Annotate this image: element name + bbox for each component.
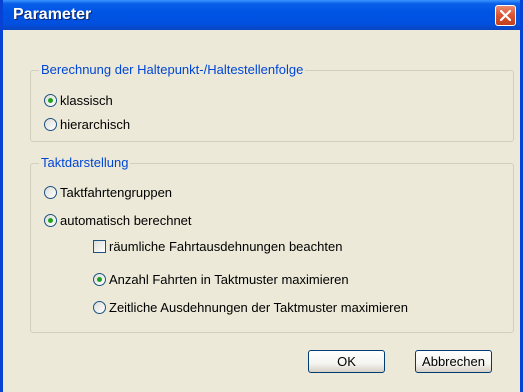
radio-hierarchisch-label: hierarchisch xyxy=(60,116,131,132)
radio-zeitliche-ausdehnungen[interactable]: Zeitliche Ausdehnungen der Taktmuster ma… xyxy=(93,298,408,316)
radio-taktfahrtengruppen-control[interactable] xyxy=(44,185,57,199)
radio-hierarchisch[interactable]: hierarchisch xyxy=(44,115,130,133)
radio-hierarchisch-control[interactable] xyxy=(44,117,57,131)
radio-klassisch-control[interactable] xyxy=(44,93,57,107)
title-bar[interactable]: Parameter xyxy=(3,0,520,30)
dialog-title: Parameter xyxy=(13,6,92,23)
cancel-button[interactable]: Abbrechen xyxy=(415,350,492,373)
radio-automatisch-berechnet-label: automatisch berechnet xyxy=(60,212,192,228)
radio-anzahl-fahrten-control[interactable] xyxy=(93,272,106,286)
radio-taktfahrtengruppen-label: Taktfahrtengruppen xyxy=(60,184,173,200)
group-taktdarstellung-title: Taktdarstellung xyxy=(39,155,131,171)
close-button[interactable] xyxy=(495,5,516,26)
checkbox-raeumliche-fahrtausdehnungen[interactable]: räumliche Fahrtausdehnungen beachten xyxy=(93,237,342,255)
radio-anzahl-fahrten-label: Anzahl Fahrten in Taktmuster maximieren xyxy=(109,271,349,287)
parameter-dialog: Parameter Berechnung der Haltepunkt-/Hal… xyxy=(0,0,523,392)
radio-anzahl-fahrten[interactable]: Anzahl Fahrten in Taktmuster maximieren xyxy=(93,270,349,288)
checkbox-raeumliche-fahrtausdehnungen-control[interactable] xyxy=(93,239,106,253)
radio-klassisch[interactable]: klassisch xyxy=(44,91,113,109)
checkbox-raeumliche-fahrtausdehnungen-label: räumliche Fahrtausdehnungen beachten xyxy=(109,238,343,254)
radio-taktfahrtengruppen[interactable]: Taktfahrtengruppen xyxy=(44,183,172,201)
close-icon xyxy=(500,10,511,21)
radio-automatisch-berechnet-control[interactable] xyxy=(44,213,57,227)
ok-button[interactable]: OK xyxy=(308,350,385,373)
group-haltepunktfolge-title: Berechnung der Haltepunkt-/Haltestellenf… xyxy=(39,62,306,78)
radio-zeitliche-ausdehnungen-label: Zeitliche Ausdehnungen der Taktmuster ma… xyxy=(109,299,408,315)
radio-automatisch-berechnet[interactable]: automatisch berechnet xyxy=(44,211,192,229)
radio-klassisch-label: klassisch xyxy=(60,92,113,108)
radio-zeitliche-ausdehnungen-control[interactable] xyxy=(93,300,106,314)
